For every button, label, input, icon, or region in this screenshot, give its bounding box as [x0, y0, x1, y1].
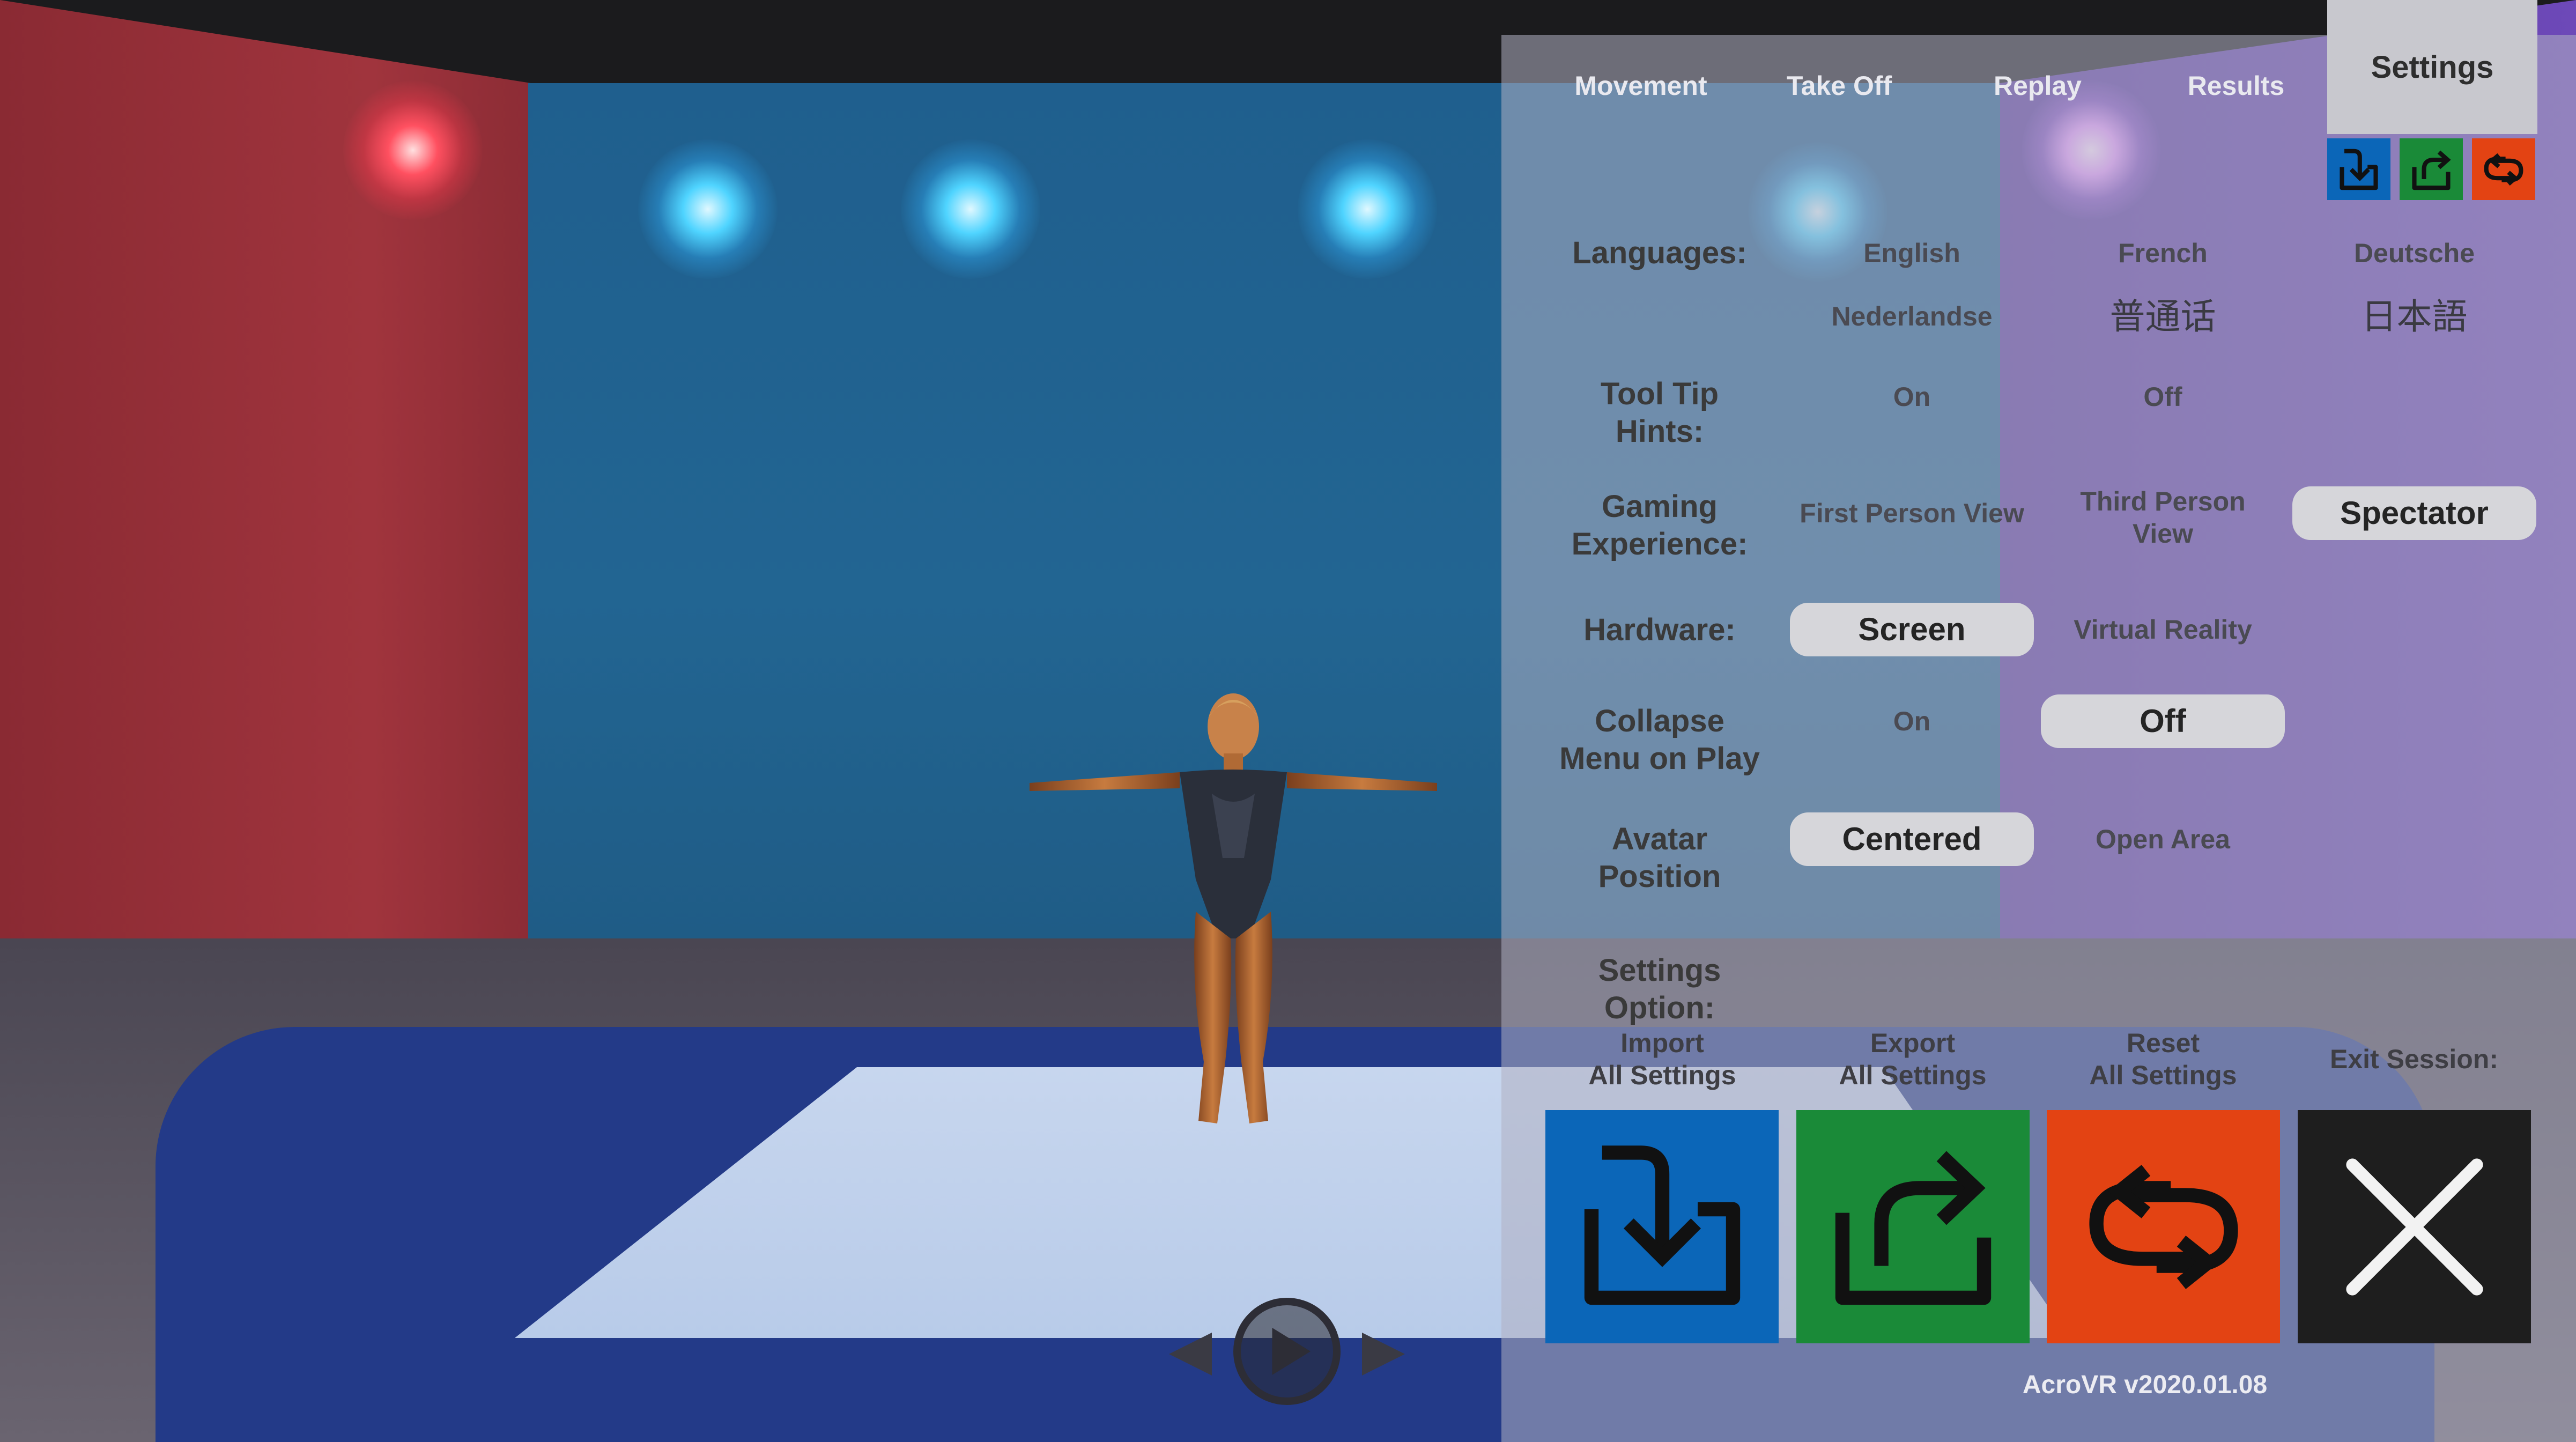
export-icon — [1835, 1150, 1991, 1305]
third-person-view-option[interactable]: Third Person View — [2041, 486, 2285, 549]
language-deutsche[interactable]: Deutsche — [2292, 226, 2536, 280]
quick-reset-button[interactable] — [2472, 138, 2535, 200]
language-english[interactable]: English — [1790, 226, 2034, 280]
export-all-settings-button[interactable] — [1796, 1110, 2030, 1343]
virtual-reality-option[interactable]: Virtual Reality — [2041, 603, 2285, 656]
avatar-open-area-option[interactable]: Open Area — [2041, 812, 2285, 866]
reset-all-settings-button[interactable] — [2047, 1110, 2280, 1343]
tab-results[interactable]: Results — [2150, 35, 2322, 137]
avatar-centered-option[interactable]: Centered — [1790, 812, 2034, 866]
language-french[interactable]: French — [2041, 226, 2285, 280]
hardware-label: Hardware: — [1583, 612, 1736, 647]
import-all-settings-button[interactable] — [1545, 1110, 1779, 1343]
blue-spotlight — [1298, 139, 1437, 279]
exit-session-label: Exit Session: — [2330, 1044, 2498, 1074]
label-line: Option: — [1604, 990, 1715, 1025]
language-japanese[interactable]: 日本語 — [2292, 290, 2536, 343]
collapse-menu-off-option[interactable]: Off — [2041, 694, 2285, 748]
tool-tip-hints-label: Tool Tip Hints: — [1547, 375, 1772, 450]
first-person-view-option[interactable]: First Person View — [1790, 486, 2034, 540]
collapse-menu-on-option[interactable]: On — [1790, 694, 2034, 748]
label-line: Reset — [2126, 1028, 2200, 1058]
label-line: Menu on Play — [1559, 741, 1760, 776]
language-mandarin[interactable]: 普通话 — [2041, 290, 2285, 343]
label-line: Position — [1598, 859, 1721, 894]
gymnast-avatar — [1030, 693, 1437, 1123]
tab-movement[interactable]: Movement — [1555, 35, 1727, 137]
avatar-position-label: Avatar Position — [1547, 820, 1772, 896]
label-line: Hints: — [1615, 414, 1704, 449]
red-spotlight — [343, 80, 483, 220]
arrow-right-icon — [1362, 1333, 1405, 1376]
collapse-menu-label: Collapse Menu on Play — [1547, 702, 1772, 778]
label-line: Gaming — [1602, 489, 1718, 524]
label-line: All Settings — [1839, 1060, 1987, 1090]
label-line: Experience: — [1571, 527, 1748, 561]
gaming-experience-label: Gaming Experience: — [1547, 488, 1772, 563]
version-label: AcroVR v2020.01.08 — [2022, 1371, 2268, 1399]
spectator-option[interactable]: Spectator — [2292, 486, 2536, 540]
play-button[interactable] — [1233, 1298, 1341, 1405]
settings-option-label: Settings Option: — [1547, 952, 1772, 1027]
language-nederlandse[interactable]: Nederlandse — [1790, 290, 2034, 343]
quick-import-button[interactable] — [2327, 138, 2390, 200]
label-line: All Settings — [2089, 1060, 2237, 1090]
label-line: Collapse — [1595, 704, 1724, 738]
next-frame-button[interactable] — [1354, 1325, 1413, 1384]
quick-export-button[interactable] — [2400, 138, 2463, 200]
tab-take-off[interactable]: Take Off — [1753, 35, 1925, 137]
tool-tip-on-option[interactable]: On — [1790, 370, 2034, 424]
export-label: Export All Settings — [1795, 1027, 2031, 1091]
label-line: Export — [1870, 1028, 1956, 1058]
import-icon — [1584, 1145, 1740, 1305]
tab-settings[interactable]: Settings — [2327, 0, 2537, 134]
languages-label: Languages: — [1572, 235, 1747, 270]
previous-frame-button[interactable] — [1161, 1325, 1220, 1384]
exit-session-button[interactable] — [2298, 1110, 2531, 1343]
play-icon — [1272, 1328, 1311, 1375]
reset-icon — [2089, 1164, 2238, 1289]
tab-replay[interactable]: Replay — [1952, 35, 2123, 137]
import-label: Import All Settings — [1544, 1027, 1780, 1091]
label-line: All Settings — [1588, 1060, 1736, 1090]
label-line: Import — [1620, 1028, 1704, 1058]
blue-spotlight — [638, 139, 778, 279]
export-icon — [2412, 150, 2451, 190]
label-line: Avatar — [1611, 822, 1708, 856]
arrow-left-icon — [1169, 1333, 1212, 1376]
reset-label: Reset All Settings — [2045, 1027, 2281, 1091]
import-icon — [2340, 149, 2378, 190]
reset-icon — [2484, 153, 2523, 186]
option-line: View — [2132, 518, 2194, 549]
label-line: Tool Tip — [1600, 376, 1719, 411]
screen-option[interactable]: Screen — [1790, 603, 2034, 656]
option-line: Third Person — [2080, 486, 2246, 516]
label-line: Settings — [1598, 953, 1721, 988]
tool-tip-off-option[interactable]: Off — [2041, 370, 2285, 424]
blue-spotlight — [901, 139, 1040, 279]
close-icon — [2345, 1158, 2483, 1296]
